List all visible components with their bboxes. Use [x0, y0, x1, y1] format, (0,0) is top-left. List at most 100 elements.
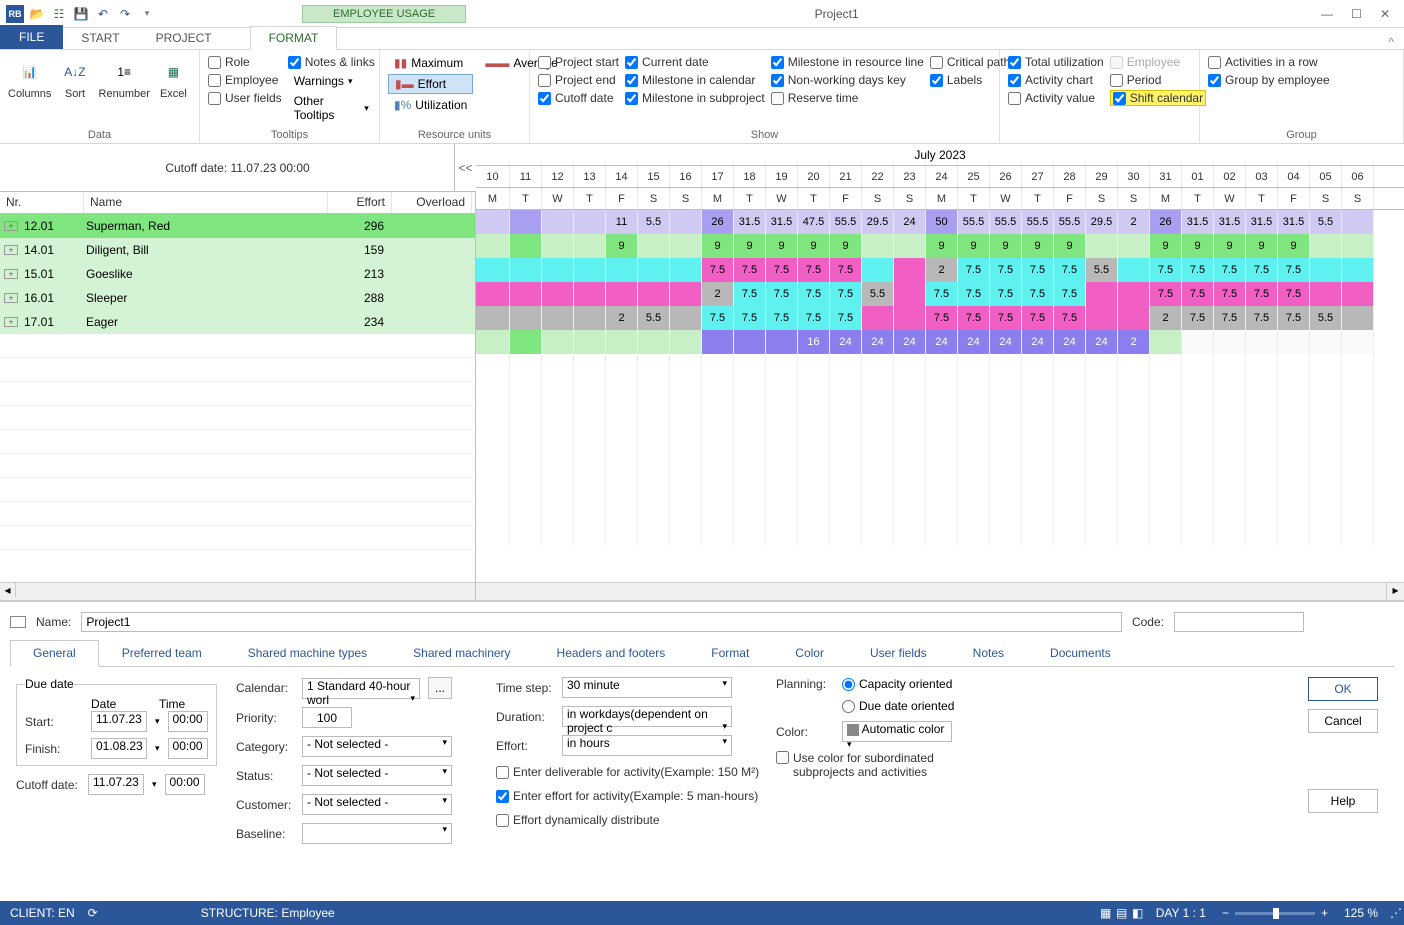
chk-group-employee[interactable]: Group by employee — [1208, 72, 1330, 88]
timeline-cell[interactable] — [1310, 282, 1342, 306]
col-effort[interactable]: Effort — [328, 192, 392, 213]
timeline-cell[interactable] — [1246, 330, 1278, 354]
timeline-cell[interactable] — [574, 234, 606, 258]
color-select[interactable]: Automatic color ▾ — [842, 721, 952, 742]
timeline-cell[interactable]: 26 — [702, 210, 734, 234]
chk-deliverable[interactable]: Enter deliverable for activity(Example: … — [496, 764, 746, 780]
chk-role[interactable]: Role — [208, 54, 282, 70]
timeline-cell[interactable]: 7.5 — [1182, 306, 1214, 330]
resize-grip-icon[interactable]: ⋰ — [1388, 905, 1404, 921]
tab-project[interactable]: PROJECT — [138, 27, 230, 49]
timeline-cell[interactable] — [510, 210, 542, 234]
status-select[interactable]: - Not selected -▾ — [302, 765, 452, 786]
ribbon-collapse-icon[interactable]: ^ — [1378, 35, 1404, 49]
timeline-cell[interactable]: 7.5 — [1022, 258, 1054, 282]
col-overload[interactable]: Overload — [392, 192, 472, 213]
timeline-cell[interactable]: 7.5 — [1054, 258, 1086, 282]
timeline-cell[interactable]: 31.5 — [1182, 210, 1214, 234]
panel-tab[interactable]: Headers and footers — [534, 640, 689, 666]
timeline-cell[interactable] — [476, 282, 510, 306]
employee-row[interactable]: +17.01Eager234 — [0, 310, 475, 334]
timeline-cell[interactable]: 5.5 — [638, 306, 670, 330]
timeline-cell[interactable] — [542, 210, 574, 234]
employee-row[interactable]: +15.01Goeslike213 — [0, 262, 475, 286]
timeline-cell[interactable]: 55.5 — [990, 210, 1022, 234]
timeline-cell[interactable]: 7.5 — [766, 258, 798, 282]
zoom-out-icon[interactable]: − — [1216, 906, 1235, 920]
timeline-cell[interactable] — [1086, 234, 1118, 258]
timeline-cell[interactable] — [734, 330, 766, 354]
chk-milestone-sub[interactable]: Milestone in subproject — [625, 90, 765, 106]
timeline-cell[interactable]: 2 — [1118, 210, 1150, 234]
timeline-cell[interactable]: 50 — [926, 210, 958, 234]
chk-activities-row[interactable]: Activities in a row — [1208, 54, 1330, 70]
timeline-cell[interactable]: 47.5 — [798, 210, 830, 234]
name-input[interactable] — [81, 612, 1122, 632]
timeline-cell[interactable] — [542, 258, 574, 282]
timeline-cell[interactable]: 24 — [1054, 330, 1086, 354]
chk-activity-chart[interactable]: Activity chart — [1008, 72, 1104, 88]
cutoff-date[interactable]: 11.07.23 — [88, 774, 144, 795]
timeline-cell[interactable]: 24 — [1022, 330, 1054, 354]
chk-use-color[interactable]: Use color for subordinated subprojects a… — [776, 750, 986, 780]
timeline-cell[interactable]: 7.5 — [1054, 282, 1086, 306]
timeline-cell[interactable]: 9 — [1150, 234, 1182, 258]
timeline-cell[interactable]: 7.5 — [734, 258, 766, 282]
chk-current-date[interactable]: Current date — [625, 54, 765, 70]
utilization-button[interactable]: ▮%Utilization — [388, 96, 473, 114]
timeline-cell[interactable] — [638, 234, 670, 258]
timeline-cell[interactable]: 9 — [1278, 234, 1310, 258]
chk-cutoff-date[interactable]: Cutoff date — [538, 90, 619, 106]
timeline-cell[interactable] — [1310, 330, 1342, 354]
timeline-cell[interactable]: 7.5 — [1278, 306, 1310, 330]
columns-button[interactable]: 📊Columns — [8, 54, 51, 102]
expand-icon[interactable]: + — [4, 221, 18, 231]
baseline-select[interactable]: ▾ — [302, 823, 452, 844]
timeline-cell[interactable] — [670, 258, 702, 282]
timeline-cell[interactable]: 24 — [926, 330, 958, 354]
panel-tab[interactable]: General — [10, 640, 99, 667]
expand-icon[interactable]: + — [4, 317, 18, 327]
timeline-cell[interactable]: 24 — [830, 330, 862, 354]
timeline-cell[interactable]: 7.5 — [1054, 306, 1086, 330]
timeline-cell[interactable] — [894, 258, 926, 282]
timeline-cell[interactable]: 7.5 — [990, 282, 1022, 306]
project-color-swatch[interactable] — [10, 616, 26, 628]
timeline-cell[interactable]: 55.5 — [1022, 210, 1054, 234]
timeline-cell[interactable]: 7.5 — [1214, 258, 1246, 282]
timeline-cell[interactable] — [670, 330, 702, 354]
view-icon-2[interactable]: ▤ — [1114, 905, 1130, 921]
timeline-cell[interactable] — [862, 234, 894, 258]
timeline-cell[interactable] — [476, 234, 510, 258]
panel-tab[interactable]: Shared machinery — [390, 640, 533, 666]
timeline-cell[interactable] — [574, 282, 606, 306]
timeline-cell[interactable] — [1150, 330, 1182, 354]
chk-period[interactable]: Period — [1110, 72, 1206, 88]
col-nr[interactable]: Nr. — [0, 192, 84, 213]
h-scrollbar-right[interactable]: ▸ — [476, 582, 1404, 600]
timeline-cell[interactable] — [1214, 330, 1246, 354]
timeline-cell[interactable]: 29.5 — [862, 210, 894, 234]
timeline-cell[interactable] — [862, 306, 894, 330]
cutoff-time[interactable]: 00:00 — [165, 774, 205, 795]
timeline-cell[interactable] — [670, 306, 702, 330]
timeline-cell[interactable] — [670, 282, 702, 306]
timeline-cell[interactable]: 24 — [862, 330, 894, 354]
expand-icon[interactable]: + — [4, 293, 18, 303]
chk-project-end[interactable]: Project end — [538, 72, 619, 88]
timeline-cell[interactable]: 31.5 — [734, 210, 766, 234]
timeline-cell[interactable]: 9 — [1246, 234, 1278, 258]
timeline-cell[interactable]: 2 — [1150, 306, 1182, 330]
timeline-cell[interactable] — [1086, 282, 1118, 306]
tab-start[interactable]: START — [63, 27, 137, 49]
timeline-cell[interactable] — [1342, 330, 1374, 354]
chk-nwk[interactable]: Non-working days key — [771, 72, 924, 88]
timeline-cell[interactable]: 7.5 — [702, 258, 734, 282]
status-zoom[interactable]: 125 % — [1334, 906, 1388, 920]
timeline-cell[interactable] — [1182, 330, 1214, 354]
timeline-cell[interactable]: 7.5 — [830, 258, 862, 282]
renumber-button[interactable]: 1≡Renumber — [99, 54, 150, 102]
timeline-cell[interactable]: 9 — [958, 234, 990, 258]
timeline-cell[interactable]: 7.5 — [926, 306, 958, 330]
timeline-cell[interactable]: 5.5 — [1086, 258, 1118, 282]
